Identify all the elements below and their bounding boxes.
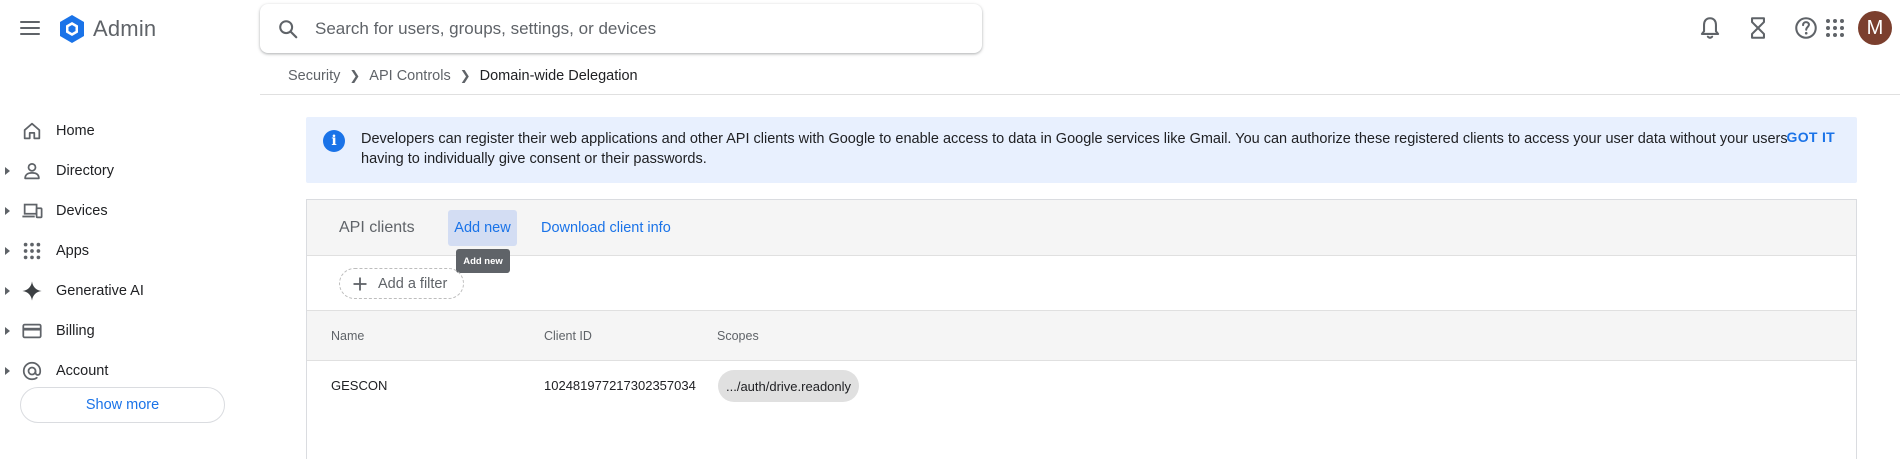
sidebar-item-generative-ai[interactable]: Generative AI [0, 271, 260, 311]
sidebar-item-label: Account [56, 363, 109, 379]
download-client-info-button[interactable]: Download client info [535, 210, 677, 246]
expand-caret-icon[interactable] [5, 207, 10, 215]
sidebar-item-label: Devices [56, 203, 108, 219]
sidebar-item-directory[interactable]: Directory [0, 151, 260, 191]
banner-text: Developers can register their web applic… [361, 131, 1788, 167]
table-header: Name Client ID Scopes [307, 311, 1856, 361]
sidebar-item-home[interactable]: Home [0, 111, 260, 151]
api-clients-card: API clients Add new Download client info… [306, 199, 1857, 459]
client-id-cell: 102481977217302357034 [544, 378, 696, 393]
card-title: API clients [339, 219, 415, 236]
chevron-right-icon: ❯ [459, 68, 471, 83]
column-header-name[interactable]: Name [331, 329, 364, 343]
sidebar-item-billing[interactable]: Billing [0, 311, 260, 351]
apps-grid-icon[interactable] [1825, 18, 1845, 38]
devices-icon [22, 203, 43, 219]
sidebar-item-label: Home [56, 123, 95, 139]
expand-caret-icon[interactable] [5, 367, 10, 375]
at-sign-icon [22, 361, 42, 381]
help-icon[interactable] [1793, 15, 1819, 41]
sidebar-item-label: Directory [56, 163, 115, 179]
sidebar-item-label: Billing [56, 323, 95, 339]
table-row[interactable]: GESCON 102481977217302357034 .../auth/dr… [307, 361, 1856, 411]
info-banner: i Developers can register their web appl… [306, 117, 1857, 183]
admin-hexagon-icon [60, 15, 84, 43]
search-bar[interactable] [260, 4, 982, 53]
sidebar-item-apps[interactable]: Apps [0, 231, 260, 271]
card-header: API clients Add new Download client info… [307, 200, 1856, 273]
add-new-button[interactable]: Add new [448, 210, 517, 246]
notifications-bell-icon[interactable] [1697, 15, 1723, 41]
app-name: Admin [93, 16, 157, 41]
column-header-scopes[interactable]: Scopes [717, 329, 759, 343]
info-icon: i [323, 130, 345, 152]
sparkle-icon [22, 281, 42, 301]
expand-caret-icon[interactable] [5, 247, 10, 255]
avatar[interactable]: M [1858, 11, 1892, 45]
expand-caret-icon[interactable] [5, 167, 10, 175]
credit-card-icon [22, 323, 42, 339]
sidebar-item-devices[interactable]: Devices [0, 191, 260, 231]
expand-caret-icon[interactable] [5, 327, 10, 335]
breadcrumb-security[interactable]: Security [288, 68, 340, 84]
home-icon [23, 122, 41, 140]
breadcrumb-bar: Security ❯ API Controls ❯ Domain-wide De… [260, 57, 1900, 95]
filter-row: Add a filter [307, 256, 1856, 311]
add-filter-label: Add a filter [378, 275, 448, 292]
search-icon [279, 19, 298, 38]
plus-icon [353, 277, 367, 290]
apps-grid-icon [23, 242, 41, 260]
hourglass-icon[interactable] [1745, 15, 1771, 41]
main-menu-icon[interactable] [19, 17, 41, 39]
scope-chip[interactable]: .../auth/drive.readonly [718, 370, 860, 402]
top-bar: Admin M [0, 0, 1900, 57]
breadcrumb-current: Domain-wide Delegation [479, 68, 638, 84]
sidebar-item-label: Generative AI [56, 283, 144, 299]
got-it-button[interactable]: GOT IT [1787, 129, 1835, 145]
person-icon [24, 162, 40, 180]
column-header-client-id[interactable]: Client ID [544, 329, 592, 343]
sidebar-item-account[interactable]: Account [0, 351, 260, 391]
chevron-right-icon: ❯ [349, 68, 361, 83]
sidebar-item-label: Apps [56, 243, 90, 259]
add-filter-button[interactable]: Add a filter [339, 268, 464, 299]
breadcrumb: Security ❯ API Controls ❯ Domain-wide De… [288, 68, 638, 84]
client-name-cell: GESCON [331, 378, 388, 393]
search-input[interactable] [315, 18, 955, 39]
expand-caret-icon[interactable] [5, 287, 10, 295]
show-more-button[interactable]: Show more [20, 387, 225, 423]
admin-logo[interactable]: Admin [57, 14, 156, 44]
breadcrumb-api-controls[interactable]: API Controls [369, 68, 450, 84]
